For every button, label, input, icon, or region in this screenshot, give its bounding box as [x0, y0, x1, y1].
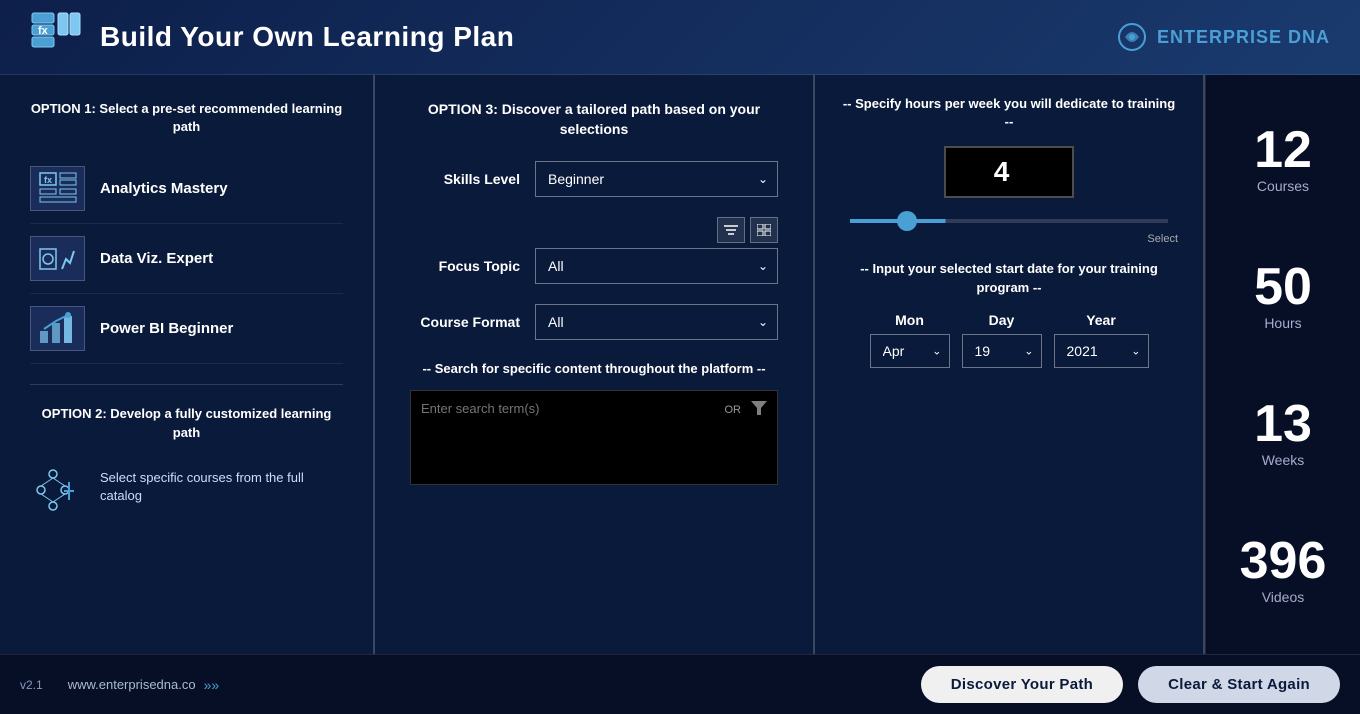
videos-label: Videos — [1240, 589, 1327, 605]
hours-title: -- Specify hours per week you will dedic… — [840, 95, 1178, 131]
search-box[interactable]: OR — [410, 390, 778, 485]
select-label: Select — [840, 233, 1178, 245]
skills-level-row: Skills Level Beginner Intermediate Advan… — [410, 161, 778, 197]
weeks-stat: 13 Weeks — [1254, 398, 1312, 468]
app-icon: fx — [30, 11, 82, 63]
course-format-row: Course Format All Video Workshop Course … — [410, 304, 778, 340]
day-label: Day — [989, 312, 1015, 328]
date-title: -- Input your selected start date for yo… — [840, 260, 1178, 296]
page-title: Build Your Own Learning Plan — [100, 21, 514, 53]
clear-start-again-button[interactable]: Clear & Start Again — [1138, 666, 1340, 703]
date-row: Mon JanFebMar AprMayJun JulAugSep OctNov… — [840, 312, 1178, 368]
search-filter-icon[interactable] — [751, 401, 767, 418]
analytics-mastery-item[interactable]: fx Analytics Mastery — [30, 154, 343, 224]
data-viz-label: Data Viz. Expert — [100, 250, 213, 267]
enterprise-logo: ENTERPRISE DNA — [1117, 22, 1330, 52]
header: fx Build Your Own Learning Plan ENTERPRI… — [0, 0, 1360, 75]
month-label: Mon — [895, 312, 924, 328]
course-format-label: Course Format — [410, 314, 520, 330]
hours-slider[interactable] — [850, 219, 1168, 223]
middle-panel: OPTION 3: Discover a tailored path based… — [375, 75, 815, 654]
courses-label: Courses — [1254, 178, 1312, 194]
year-col: Year 2020 2021 2022 2023 ⌄ — [1054, 312, 1149, 368]
skills-level-label: Skills Level — [410, 171, 520, 187]
option2-section: OPTION 2: Develop a fully customized lea… — [30, 384, 343, 514]
day-select[interactable]: 12510 19202531 — [962, 334, 1042, 368]
filter-icon — [724, 224, 738, 236]
footer: v2.1 www.enterprisedna.co »» Discover Yo… — [0, 654, 1360, 714]
skills-level-select[interactable]: Beginner Intermediate Advanced — [535, 161, 778, 197]
focus-topic-row: Focus Topic All Power BI DAX Power Query… — [410, 248, 778, 284]
year-label: Year — [1086, 312, 1116, 328]
hours-input[interactable] — [944, 146, 1074, 198]
search-section: -- Search for specific content throughou… — [410, 360, 778, 485]
data-viz-icon — [30, 236, 85, 281]
month-select-wrapper[interactable]: JanFebMar AprMayJun JulAugSep OctNovDec … — [870, 334, 950, 368]
footer-buttons: Discover Your Path Clear & Start Again — [921, 666, 1340, 703]
power-bi-label: Power BI Beginner — [100, 320, 233, 337]
month-col: Mon JanFebMar AprMayJun JulAugSep OctNov… — [870, 312, 950, 368]
year-select[interactable]: 2020 2021 2022 2023 — [1054, 334, 1149, 368]
option1-title: OPTION 1: Select a pre-set recommended l… — [30, 100, 343, 136]
day-select-wrapper[interactable]: 12510 19202531 ⌄ — [962, 334, 1042, 368]
data-viz-item[interactable]: Data Viz. Expert — [30, 224, 343, 294]
year-select-wrapper[interactable]: 2020 2021 2022 2023 ⌄ — [1054, 334, 1149, 368]
analytics-mastery-label: Analytics Mastery — [100, 180, 228, 197]
videos-stat: 396 Videos — [1240, 535, 1327, 605]
search-title: -- Search for specific content throughou… — [410, 360, 778, 378]
url-chevron-icon: »» — [204, 677, 220, 693]
search-input[interactable] — [421, 401, 725, 416]
footer-url: www.enterprisedna.co »» — [68, 677, 219, 693]
month-select[interactable]: JanFebMar AprMayJun JulAugSep OctNovDec — [870, 334, 950, 368]
filter-icons-row — [535, 217, 778, 243]
main-content: OPTION 1: Select a pre-set recommended l… — [0, 75, 1360, 654]
url-text: www.enterprisedna.co — [68, 677, 196, 692]
day-col: Day 12510 19202531 ⌄ — [962, 312, 1042, 368]
option3-title: OPTION 3: Discover a tailored path based… — [410, 100, 778, 139]
course-format-select[interactable]: All Video Workshop Course — [535, 304, 778, 340]
search-or-label: OR — [725, 404, 742, 416]
focus-topic-select[interactable]: All Power BI DAX Power Query Python — [535, 248, 778, 284]
logo-icon — [1117, 22, 1147, 52]
hours-stat: 50 Hours — [1254, 261, 1312, 331]
grid-icon — [757, 224, 771, 236]
weeks-count: 13 — [1254, 398, 1312, 450]
videos-count: 396 — [1240, 535, 1327, 587]
hours-label: Hours — [1254, 315, 1312, 331]
power-bi-icon — [30, 306, 85, 351]
right-panel: -- Specify hours per week you will dedic… — [815, 75, 1205, 654]
weeks-label: Weeks — [1254, 452, 1312, 468]
focus-topic-select-wrapper[interactable]: All Power BI DAX Power Query Python ⌄ — [535, 248, 778, 284]
logo-text: ENTERPRISE DNA — [1157, 27, 1330, 48]
power-bi-item[interactable]: Power BI Beginner — [30, 294, 343, 364]
hours-count: 50 — [1254, 261, 1312, 313]
skills-level-select-wrapper[interactable]: Beginner Intermediate Advanced ⌄ — [535, 161, 778, 197]
search-top-row: OR — [421, 401, 767, 418]
hours-input-container — [840, 146, 1178, 198]
analytics-mastery-icon: fx — [30, 166, 85, 211]
courses-stat: 12 Courses — [1254, 124, 1312, 194]
grid-icon-btn[interactable] — [750, 217, 778, 243]
option2-description: Select specific courses from the full ca… — [100, 469, 343, 505]
svg-text:fx: fx — [38, 25, 49, 37]
discover-path-button[interactable]: Discover Your Path — [921, 666, 1123, 703]
courses-count: 12 — [1254, 124, 1312, 176]
version-label: v2.1 — [20, 678, 43, 692]
left-panel: OPTION 1: Select a pre-set recommended l… — [0, 75, 375, 654]
focus-topic-label: Focus Topic — [410, 258, 520, 274]
stats-panel: 12 Courses 50 Hours 13 Weeks 396 Videos — [1205, 75, 1360, 654]
svg-text:fx: fx — [44, 175, 52, 185]
option2-title: OPTION 2: Develop a fully customized lea… — [30, 405, 343, 441]
custom-catalog-icon — [30, 460, 85, 515]
option2-item[interactable]: Select specific courses from the full ca… — [30, 460, 343, 515]
course-format-select-wrapper[interactable]: All Video Workshop Course ⌄ — [535, 304, 778, 340]
slider-container — [850, 210, 1168, 228]
filter-icon-btn[interactable] — [717, 217, 745, 243]
header-left: fx Build Your Own Learning Plan — [30, 11, 514, 63]
